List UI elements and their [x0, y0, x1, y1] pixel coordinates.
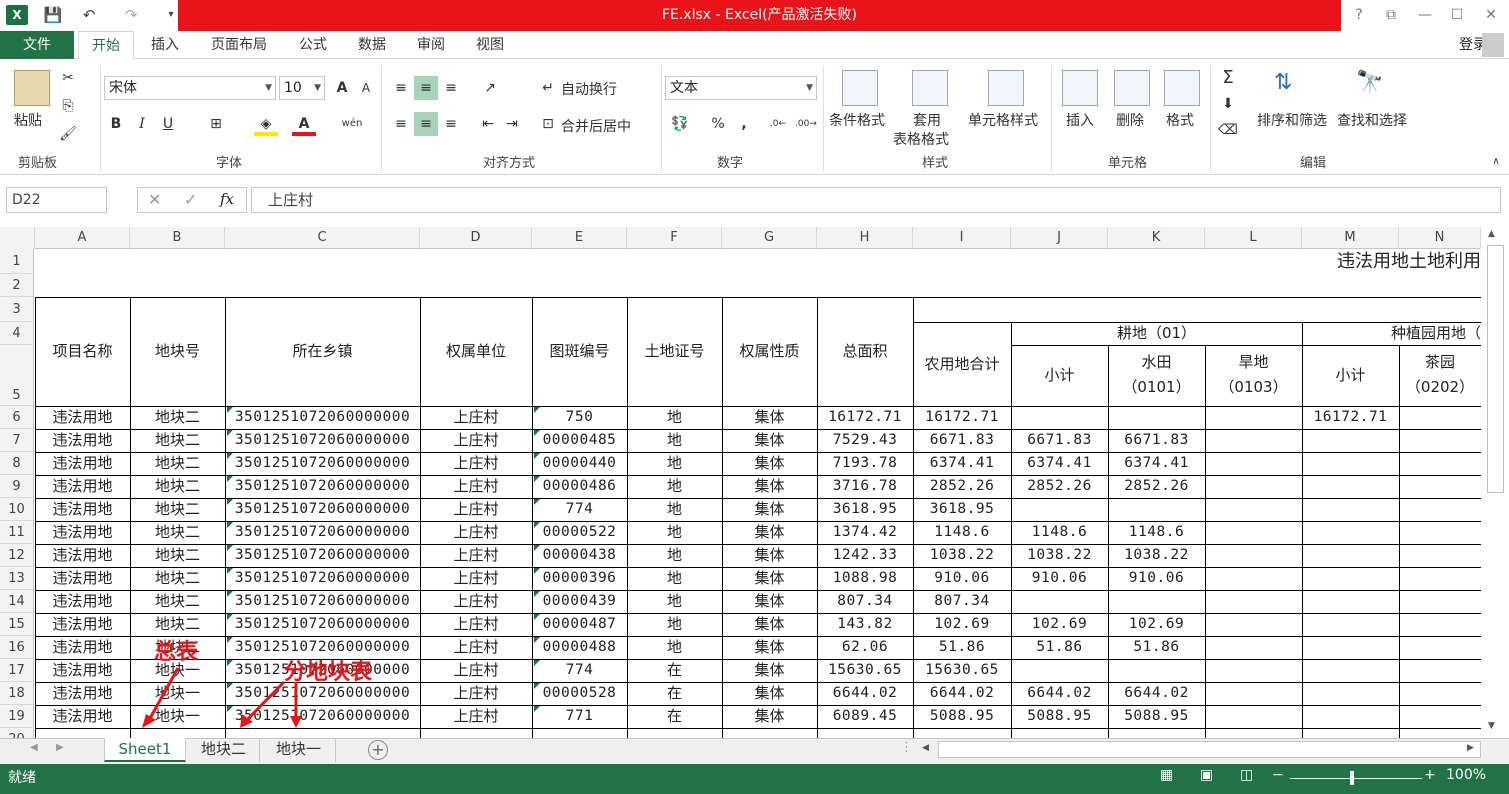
arrow-to-sheet1	[146, 667, 180, 723]
arrowhead	[142, 714, 156, 728]
annotation-arrows	[142, 667, 302, 728]
arrow-to-plot2	[243, 680, 286, 724]
arrowhead	[290, 716, 302, 728]
